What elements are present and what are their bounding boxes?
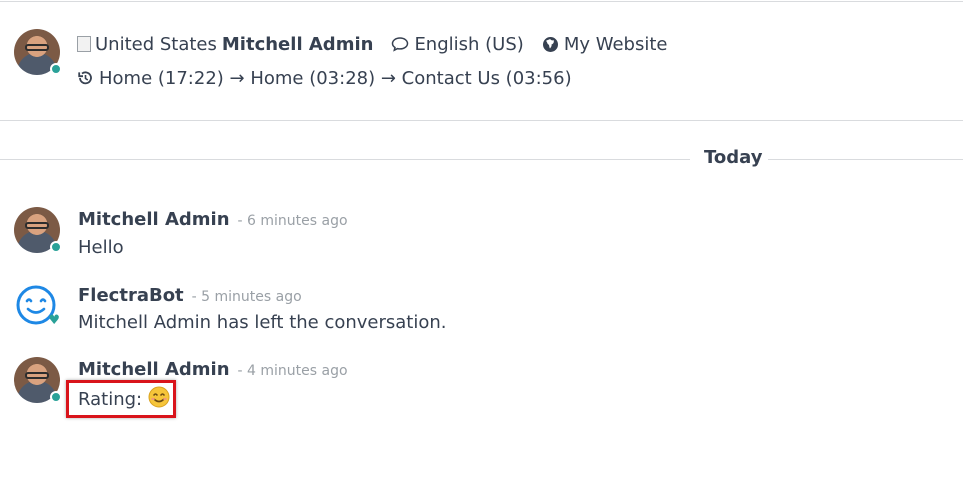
separator-line-right	[768, 159, 963, 160]
online-status-dot	[50, 241, 62, 253]
visitor-name: Mitchell Admin	[221, 33, 374, 55]
avatar-glasses	[25, 372, 49, 379]
date-separator-label: Today	[704, 147, 763, 168]
message-timestamp: - 6 minutes ago	[237, 213, 348, 229]
message-author-avatar[interactable]	[14, 357, 62, 403]
flag-alt-text: United States	[95, 33, 217, 55]
history-icon	[78, 71, 92, 85]
message-author-name[interactable]: Mitchell Admin	[78, 359, 230, 380]
message-author-name[interactable]: FlectraBot	[78, 285, 184, 306]
message-timestamp: - 4 minutes ago	[237, 363, 348, 379]
online-status-dot	[50, 391, 62, 403]
language-label: English (US)	[414, 33, 524, 55]
separator-line-left	[0, 159, 690, 160]
avatar-glasses	[25, 222, 49, 229]
website-label: My Website	[563, 33, 668, 55]
avatar-glasses	[25, 44, 49, 51]
message-author-avatar[interactable]	[14, 207, 62, 253]
message-header: Mitchell Admin - 4 minutes ago	[78, 359, 348, 380]
visitor-history-line: Home (17:22) → Home (03:28) → Contact Us…	[77, 65, 572, 91]
online-status-dot	[50, 63, 62, 75]
message-body: Hello	[78, 237, 124, 258]
header-divider	[0, 120, 963, 121]
visitor-avatar	[14, 29, 62, 75]
globe-icon	[542, 36, 558, 52]
date-separator: Today	[0, 147, 963, 173]
top-divider	[0, 1, 963, 2]
message-body: Mitchell Admin has left the conversation…	[78, 312, 447, 333]
speech-bubble-icon	[392, 37, 409, 52]
bot-avatar[interactable]: ♥	[15, 284, 60, 328]
visitor-info-line: United States Mitchell Admin English (US…	[77, 31, 667, 57]
visitor-website: My Website	[542, 33, 668, 55]
country-flag-image: United States	[77, 34, 217, 55]
page-history: Home (17:22) → Home (03:28) → Contact Us…	[99, 67, 572, 89]
message-header: Mitchell Admin - 6 minutes ago	[78, 209, 348, 230]
heart-status-icon: ♥	[48, 313, 60, 328]
message-timestamp: - 5 minutes ago	[191, 289, 302, 305]
visitor-language: English (US)	[391, 33, 524, 55]
rating-highlight-box	[66, 380, 176, 418]
message-header: FlectraBot - 5 minutes ago	[78, 285, 302, 306]
broken-image-icon	[77, 36, 91, 52]
message-author-name[interactable]: Mitchell Admin	[78, 209, 230, 230]
